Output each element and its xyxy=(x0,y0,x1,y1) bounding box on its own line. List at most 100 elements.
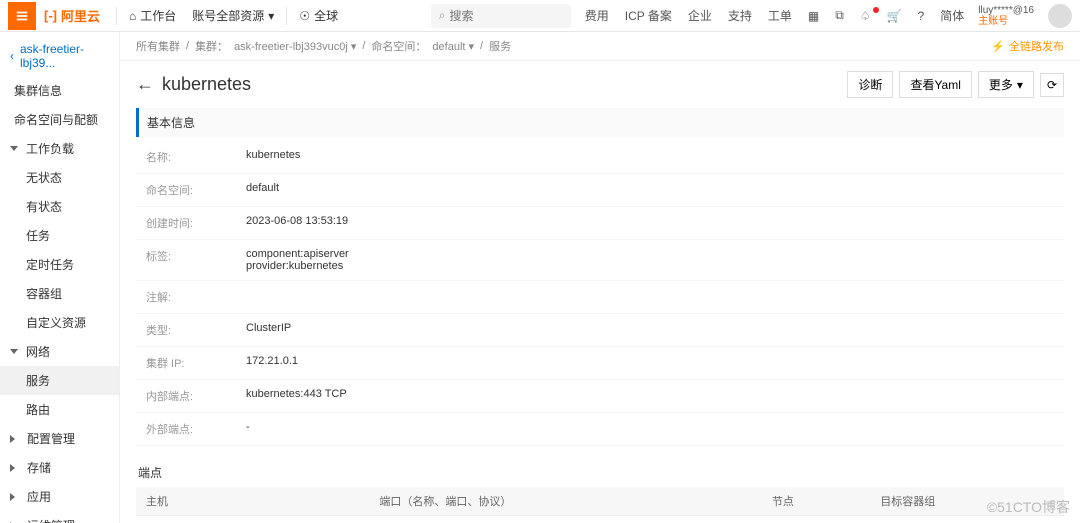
workbench-link[interactable]: ⌂ 工作台 xyxy=(121,0,184,32)
sidebar-storage[interactable]: 存储 xyxy=(0,453,119,482)
sidebar-network[interactable]: 网络 xyxy=(0,337,119,366)
crumb-all-clusters[interactable]: 所有集群 xyxy=(136,38,180,54)
chevron-left-icon: ‹ xyxy=(10,49,14,63)
more-dropdown[interactable]: 更多▾ xyxy=(978,71,1034,98)
info-value: 2023-06-08 13:53:19 xyxy=(246,215,348,231)
divider xyxy=(116,7,117,25)
sidebar-back-label: ask-freetier-lbj39... xyxy=(20,42,109,70)
hamburger-icon xyxy=(15,9,29,23)
sidebar-stateless[interactable]: 无状态 xyxy=(0,163,119,192)
main-content: 所有集群 / 集群： ask-freetier-lbj393vuc0j ▾ / … xyxy=(120,32,1080,523)
info-row: 命名空间:default xyxy=(136,174,1064,207)
sidebar: ‹ ask-freetier-lbj39... 集群信息 命名空间与配额 工作负… xyxy=(0,32,120,523)
info-value: kubernetes:443 TCP xyxy=(246,388,347,404)
endpoints-table: 主机端口（名称、端口、协议）节点目标容器组 192.168.48.79https… xyxy=(136,487,1064,523)
info-value: kubernetes xyxy=(246,149,300,165)
globe-icon: ☉ xyxy=(299,9,310,23)
info-label: 名称: xyxy=(146,149,246,165)
back-arrow[interactable]: ← xyxy=(136,74,154,95)
help-icon[interactable]: ? xyxy=(912,9,931,23)
crumb-ns-dropdown[interactable]: default ▾ xyxy=(432,40,474,53)
golden-release-link[interactable]: ⚡全链路发布 xyxy=(991,38,1064,54)
diagnose-button[interactable]: 诊断 xyxy=(847,71,893,98)
view-yaml-button[interactable]: 查看Yaml xyxy=(899,71,971,98)
nav-support[interactable]: 支持 xyxy=(722,7,758,24)
sidebar-ops[interactable]: 运维管理 xyxy=(0,511,119,523)
info-row: 注解: xyxy=(136,281,1064,314)
nav-ticket[interactable]: 工单 xyxy=(762,7,798,24)
table-row: 192.168.48.79https 6443 TCP xyxy=(136,516,1064,523)
info-label: 创建时间: xyxy=(146,215,246,231)
info-value: - xyxy=(246,421,250,437)
crumb-service[interactable]: 服务 xyxy=(489,38,511,54)
page-title: kubernetes xyxy=(162,74,841,95)
sidebar-workload-label: 工作负载 xyxy=(26,140,74,157)
resource-label: 账号全部资源 xyxy=(192,7,264,24)
region-label: 全球 xyxy=(314,7,338,24)
cart-icon[interactable]: 🛒 xyxy=(881,9,908,23)
sidebar-config-label: 配置管理 xyxy=(27,430,75,447)
sidebar-config[interactable]: 配置管理 xyxy=(0,424,119,453)
sidebar-app[interactable]: 应用 xyxy=(0,482,119,511)
sidebar-service[interactable]: 服务 xyxy=(0,366,119,395)
sidebar-ingress[interactable]: 路由 xyxy=(0,395,119,424)
info-label: 注解: xyxy=(146,289,246,305)
search-icon: ⌕ xyxy=(439,8,446,23)
sidebar-cronjob[interactable]: 定时任务 xyxy=(0,250,119,279)
account-type: 主账号 xyxy=(978,16,1034,27)
refresh-button[interactable]: ⟳ xyxy=(1040,73,1064,97)
sidebar-stateful[interactable]: 有状态 xyxy=(0,192,119,221)
nav-cost[interactable]: 费用 xyxy=(579,7,615,24)
grid-icon[interactable]: ▦ xyxy=(802,9,825,23)
chevron-down-icon: ▾ xyxy=(268,9,274,23)
info-label: 标签: xyxy=(146,248,246,272)
workbench-label: 工作台 xyxy=(140,7,176,24)
info-row: 内部端点:kubernetes:443 TCP xyxy=(136,380,1064,413)
info-row: 类型:ClusterIP xyxy=(136,314,1064,347)
bolt-icon: ⚡ xyxy=(991,40,1005,53)
sidebar-crd[interactable]: 自定义资源 xyxy=(0,308,119,337)
info-label: 命名空间: xyxy=(146,182,246,198)
brand-bracket-icon: [-] xyxy=(44,8,57,23)
table-header: 端口（名称、端口、协议） xyxy=(369,487,762,516)
breadcrumb: 所有集群 / 集群： ask-freetier-lbj393vuc0j ▾ / … xyxy=(120,32,1080,61)
sidebar-back[interactable]: ‹ ask-freetier-lbj39... xyxy=(0,36,119,76)
host-cell: 192.168.48.79 xyxy=(136,516,369,523)
chevron-down-icon: ▾ xyxy=(1017,78,1023,92)
sidebar-pod[interactable]: 容器组 xyxy=(0,279,119,308)
info-label: 类型: xyxy=(146,322,246,338)
resource-dropdown[interactable]: 账号全部资源 ▾ xyxy=(184,0,282,32)
user-block[interactable]: lluy*****@16 主账号 xyxy=(978,5,1034,27)
divider xyxy=(286,7,287,25)
sidebar-workload[interactable]: 工作负载 xyxy=(0,134,119,163)
info-value: default xyxy=(246,182,279,198)
search-input[interactable] xyxy=(449,9,562,23)
table-header: 主机 xyxy=(136,487,369,516)
sidebar-job[interactable]: 任务 xyxy=(0,221,119,250)
sidebar-overview[interactable]: 集群信息 xyxy=(0,76,119,105)
cloudshell-icon[interactable]: ⧉ xyxy=(829,8,850,23)
endpoints-title: 端点 xyxy=(138,464,1064,481)
nav-icp[interactable]: ICP 备案 xyxy=(619,7,678,24)
crumb-cluster-dropdown[interactable]: ask-freetier-lbj393vuc0j ▾ xyxy=(234,40,356,53)
bell-icon[interactable]: ♤ xyxy=(854,9,877,23)
sidebar-ops-label: 运维管理 xyxy=(27,517,75,523)
port-cell: https 6443 TCP xyxy=(369,516,762,523)
sidebar-network-label: 网络 xyxy=(26,343,50,360)
info-value: component:apiserver provider:kubernetes xyxy=(246,248,349,272)
info-value: ClusterIP xyxy=(246,322,291,338)
global-search[interactable]: ⌕ xyxy=(431,4,571,28)
avatar[interactable] xyxy=(1048,4,1072,28)
lang-toggle[interactable]: 简体 xyxy=(934,7,970,24)
user-name: lluy*****@16 xyxy=(978,5,1034,16)
info-value: 172.21.0.1 xyxy=(246,355,298,371)
brand-text: 阿里云 xyxy=(61,6,100,25)
info-label: 外部端点: xyxy=(146,421,246,437)
refresh-icon: ⟳ xyxy=(1047,78,1057,92)
brand-logo[interactable]: [-] 阿里云 xyxy=(44,6,100,25)
region-dropdown[interactable]: ☉ 全球 xyxy=(291,0,346,32)
sidebar-ns-quota[interactable]: 命名空间与配额 xyxy=(0,105,119,134)
nav-enterprise[interactable]: 企业 xyxy=(682,7,718,24)
info-row: 标签:component:apiserver provider:kubernet… xyxy=(136,240,1064,281)
hamburger-menu[interactable] xyxy=(8,2,36,30)
